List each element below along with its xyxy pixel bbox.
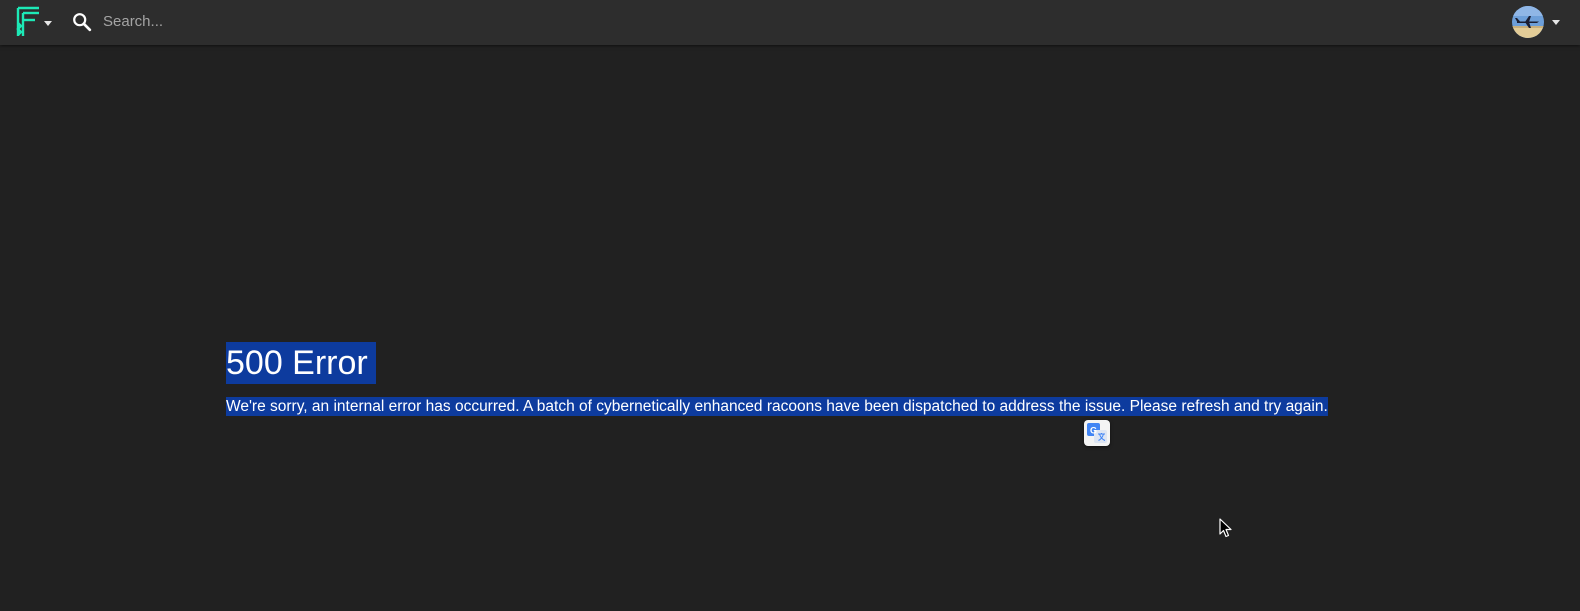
- flathub-logo-icon: [16, 6, 39, 36]
- error-message: We're sorry, an internal error has occur…: [226, 396, 1426, 418]
- error-title: 500 Error: [226, 342, 376, 384]
- error-content: 500 Error We're sorry, an internal error…: [226, 342, 1426, 418]
- error-message-text: We're sorry, an internal error has occur…: [226, 397, 1328, 416]
- user-menu-button[interactable]: [1512, 4, 1564, 40]
- search-icon: [73, 13, 92, 32]
- user-avatar: [1512, 6, 1544, 38]
- search-input[interactable]: [103, 8, 503, 34]
- svg-text:G: G: [1090, 426, 1097, 436]
- google-translate-icon: G: [1087, 423, 1107, 443]
- mouse-cursor-icon: [1219, 518, 1232, 538]
- app-menu-button[interactable]: [12, 6, 56, 38]
- translate-button[interactable]: G: [1084, 420, 1110, 446]
- airplane-avatar-icon: [1512, 6, 1544, 38]
- caret-down-icon: [44, 21, 52, 26]
- top-app-bar: [0, 0, 1580, 45]
- caret-down-icon: [1552, 20, 1560, 25]
